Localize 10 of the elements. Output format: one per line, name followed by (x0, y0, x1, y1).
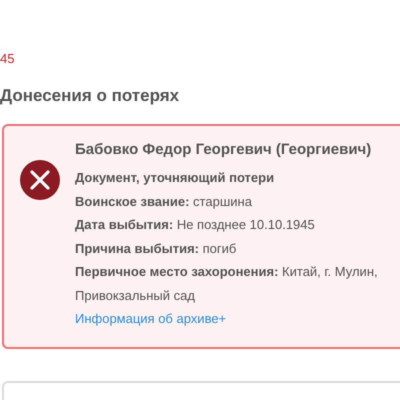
record-field: Дата выбытия: Не позднее 10.10.1945 (75, 213, 385, 236)
year-text: 45 (0, 50, 16, 66)
cross-circle-icon (20, 160, 60, 200)
record-field: Причина выбытия: погиб (75, 236, 385, 260)
record-field: Первичное место захоронения: Китай, г. Мулин, Привокзальный сад (75, 260, 385, 307)
document-type: Документ, уточняющий потери (75, 169, 276, 187)
section-title: Донесения о потерях (0, 86, 180, 106)
archive-info-link[interactable]: Информация об архиве+ (75, 307, 226, 330)
record-field: Воинское звание: старшина (75, 190, 385, 213)
person-name: Бабовко Федор Георгевич (Георгиевич) (75, 140, 372, 160)
